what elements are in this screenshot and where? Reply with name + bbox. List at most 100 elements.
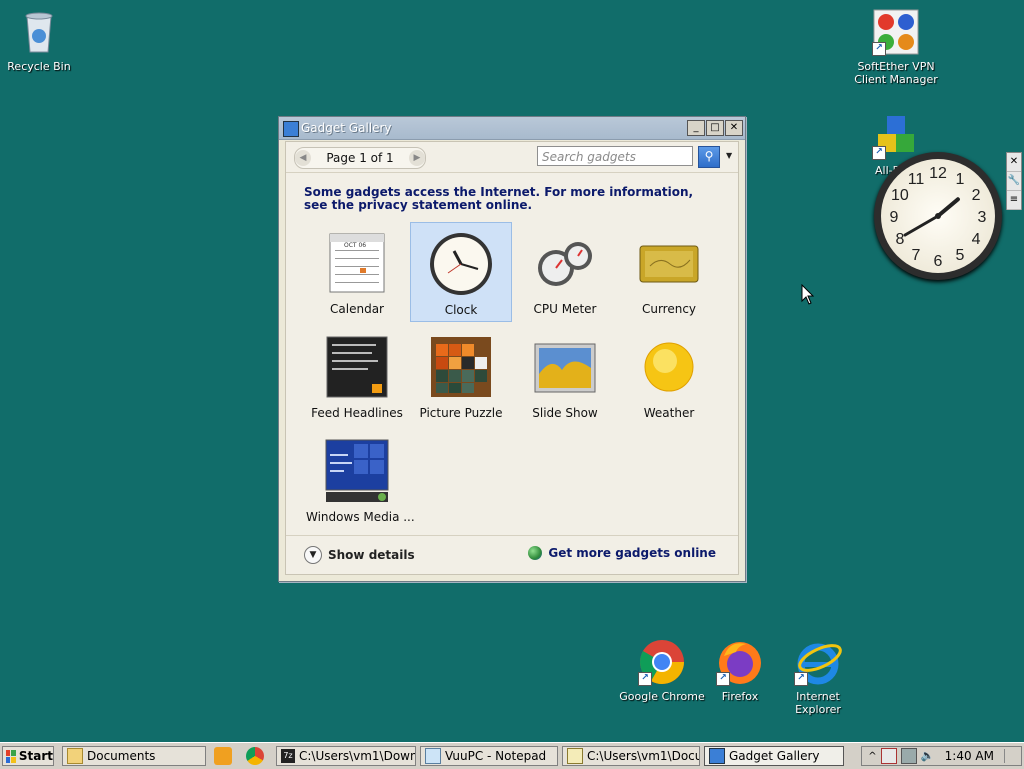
get-more-gadgets-label: Get more gadgets online xyxy=(548,546,716,560)
softether-icon: ↗ xyxy=(872,8,920,56)
taskbar-button-7zip-downloads[interactable]: 7z C:\Users\vm1\Downl... xyxy=(276,746,416,766)
clock-hour-numeral: 8 xyxy=(895,231,904,248)
chrome-quicklaunch-icon[interactable] xyxy=(246,747,264,765)
previous-page-button[interactable]: ◀ xyxy=(295,150,311,166)
taskbar-clock[interactable]: 1:40 AM xyxy=(945,749,994,763)
taskbar-button-documents-notepad[interactable]: C:\Users\vm1\Docu... xyxy=(562,746,700,766)
windows-media-icon xyxy=(324,438,390,504)
gallery-toolbar: ◀ Page 1 of 1 ▶ Search gadgets ⚲ ▼ xyxy=(286,142,738,173)
gadget-close-icon[interactable]: ✕ xyxy=(1007,153,1021,172)
desktop-clock-gadget[interactable]: 12 1 2 3 4 5 6 7 8 9 10 11 xyxy=(874,152,1002,280)
get-more-gadgets-link[interactable]: Get more gadgets online xyxy=(528,546,716,560)
weather-sun-icon xyxy=(636,334,702,400)
chrome-icon: ↗ xyxy=(638,638,686,686)
gadget-windows-media[interactable]: Windows Media ... xyxy=(306,430,415,530)
7zip-icon: 7z xyxy=(281,749,295,763)
clock-hour-numeral: 12 xyxy=(929,165,947,182)
privacy-notice[interactable]: Some gadgets access the Internet. For mo… xyxy=(304,186,704,212)
gadget-currency[interactable]: Currency xyxy=(618,222,720,322)
window-title: Gadget Gallery xyxy=(301,121,392,135)
gadget-name: Windows Media ... xyxy=(306,510,415,524)
action-center-icon[interactable] xyxy=(880,748,897,764)
calendar-month-label: OCT 06 xyxy=(344,242,367,249)
firefox-icon: ↗ xyxy=(716,638,764,686)
currency-icon xyxy=(636,230,702,296)
page-label: Page 1 of 1 xyxy=(326,151,394,165)
firefox-desktop-icon[interactable]: ↗ Firefox xyxy=(695,638,785,703)
gadget-name: Picture Puzzle xyxy=(419,406,503,420)
start-label: Start xyxy=(18,749,53,763)
media-player-quicklaunch-icon[interactable] xyxy=(214,747,232,765)
close-button[interactable]: ✕ xyxy=(725,120,743,136)
gadget-cpu-meter[interactable]: CPU Meter xyxy=(514,222,616,322)
window-titlebar[interactable]: Gadget Gallery _ □ ✕ xyxy=(279,117,745,140)
taskbar-button-documents[interactable]: Documents xyxy=(62,746,206,766)
gadget-drag-handle[interactable]: ≡ xyxy=(1007,191,1021,210)
gallery-body: ◀ Page 1 of 1 ▶ Search gadgets ⚲ ▼ Some … xyxy=(285,141,739,575)
show-hidden-icons-icon[interactable]: ^ xyxy=(868,751,876,762)
gadget-options-icon[interactable]: 🔧 xyxy=(1007,172,1021,191)
globe-icon xyxy=(528,546,543,560)
clock-hour-numeral: 2 xyxy=(972,187,981,204)
clock-hour-numeral: 3 xyxy=(978,209,987,226)
taskbar-button-label: VuuPC - Notepad xyxy=(445,749,547,763)
gadget-clock[interactable]: Clock xyxy=(410,222,512,322)
notepad-icon xyxy=(425,748,441,764)
softether-desktop-icon[interactable]: ↗ SoftEther VPN Client Manager xyxy=(851,8,941,86)
show-details-toggle[interactable]: ▼ Show details xyxy=(304,546,415,564)
system-tray: ^ 🔈 1:40 AM xyxy=(861,746,1022,766)
clock-center-pin xyxy=(935,213,941,219)
cubes-icon: ↗ xyxy=(872,112,920,160)
search-gadgets-input[interactable]: Search gadgets xyxy=(537,146,693,166)
slide-show-icon xyxy=(532,334,598,400)
taskbar: Start Documents 7z C:\Users\vm1\Downl...… xyxy=(0,742,1024,769)
clock-hour-numeral: 11 xyxy=(908,171,925,188)
feed-headlines-icon xyxy=(324,334,390,400)
network-icon[interactable] xyxy=(900,748,917,764)
shortcut-arrow-icon: ↗ xyxy=(716,672,730,686)
maximize-button[interactable]: □ xyxy=(706,120,724,136)
taskbar-button-notepad[interactable]: VuuPC - Notepad xyxy=(420,746,558,766)
gadget-picture-puzzle[interactable]: Picture Puzzle xyxy=(410,326,512,426)
taskbar-button-label: C:\Users\vm1\Docu... xyxy=(587,749,699,763)
start-button[interactable]: Start xyxy=(2,746,54,766)
shortcut-arrow-icon: ↗ xyxy=(872,42,886,56)
next-page-button[interactable]: ▶ xyxy=(409,150,425,166)
search-options-dropdown[interactable]: ▼ xyxy=(726,151,732,160)
gadget-name: Currency xyxy=(641,302,697,316)
chevron-down-icon: ▼ xyxy=(304,546,322,564)
cpu-meter-icon xyxy=(532,230,598,296)
gadget-icon xyxy=(709,748,725,764)
volume-icon[interactable]: 🔈 xyxy=(921,749,935,763)
shortcut-arrow-icon: ↗ xyxy=(872,146,886,160)
ie-label-2: Explorer xyxy=(795,703,841,716)
recycle-bin-desktop-icon[interactable]: Recycle Bin xyxy=(0,8,84,73)
gadget-weather[interactable]: Weather xyxy=(618,326,720,426)
gadget-name: Feed Headlines xyxy=(311,406,403,420)
recycle-bin-label: Recycle Bin xyxy=(7,60,71,73)
gadget-calendar[interactable]: OCT 06 Calendar xyxy=(306,222,408,322)
clock-hour-numeral: 4 xyxy=(972,231,981,248)
clock-hour-numeral: 1 xyxy=(956,171,965,188)
clock-hour-numeral: 9 xyxy=(890,209,899,226)
taskbar-button-label: Gadget Gallery xyxy=(729,749,820,763)
mouse-cursor-icon xyxy=(801,284,815,305)
gadget-gallery-window: Gadget Gallery _ □ ✕ ◀ Page 1 of 1 ▶ Sea… xyxy=(278,116,746,582)
clock-hour-numeral: 5 xyxy=(956,247,965,264)
gadget-gallery-window-icon xyxy=(283,121,299,137)
search-button[interactable]: ⚲ xyxy=(698,146,720,168)
gadget-feed-headlines[interactable]: Feed Headlines xyxy=(306,326,408,426)
windows-logo-icon xyxy=(6,749,16,763)
taskbar-button-gadget-gallery[interactable]: Gadget Gallery xyxy=(704,746,844,766)
gadget-name: CPU Meter xyxy=(533,302,597,316)
minimize-button[interactable]: _ xyxy=(687,120,705,136)
search-icon: ⚲ xyxy=(704,149,714,163)
folder-icon xyxy=(67,748,83,764)
gadget-slide-show[interactable]: Slide Show xyxy=(514,326,616,426)
gadget-name: Slide Show xyxy=(532,406,598,420)
show-desktop-icon[interactable] xyxy=(1004,749,1015,763)
ie-desktop-icon[interactable]: ↗ Internet Explorer xyxy=(773,638,863,716)
clock-dial: 12 12 3 45678 9 1011 xyxy=(890,165,987,270)
chrome-desktop-icon[interactable]: ↗ Google Chrome xyxy=(617,638,707,703)
gallery-footer: ▼ Show details Get more gadgets online xyxy=(286,535,738,574)
